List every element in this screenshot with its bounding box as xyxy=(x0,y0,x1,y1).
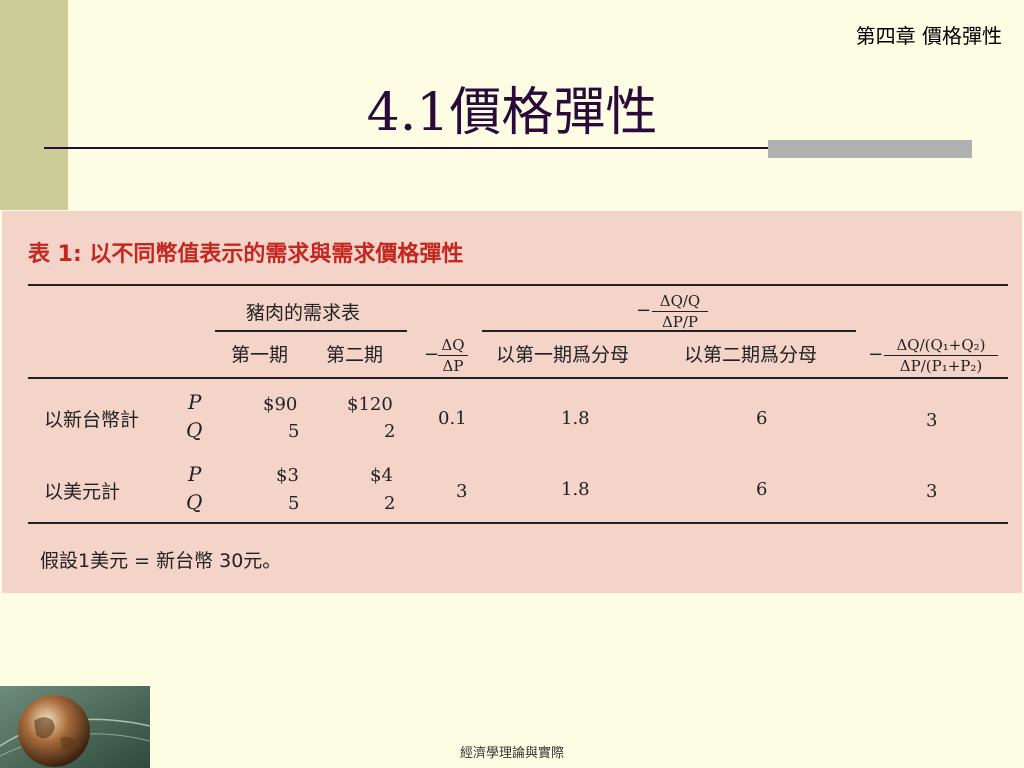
fraction-bar xyxy=(438,355,468,356)
table-header-rule xyxy=(28,377,1008,379)
header-midpoint-formula: ΔQ/(Q₁+Q₂) ΔP/(P₁+P₂) xyxy=(884,336,998,375)
demand-schedule-rule xyxy=(215,330,407,332)
row-slope: 0.1 xyxy=(438,408,467,429)
row-elasticity-midpoint: 3 xyxy=(926,410,938,431)
row-quantity-period1: 5 xyxy=(288,493,300,514)
header-elasticity-bottom: ΔP/P xyxy=(661,313,699,331)
slide-footer: 經濟學理論與實際 xyxy=(459,746,564,761)
header-midpoint-bottom: ΔP/(P₁+P₂) xyxy=(899,357,983,375)
header-demand-schedule: 豬肉的需求表 xyxy=(246,302,361,324)
title-accent-bar xyxy=(768,140,972,158)
row-q-symbol: Q xyxy=(186,418,203,442)
row-quantity-period2: 2 xyxy=(384,493,396,514)
row-price-period1: $90 xyxy=(263,394,298,415)
table-panel xyxy=(2,211,1022,593)
table-bottom-rule xyxy=(28,522,1008,524)
header-slope-bottom: ΔP xyxy=(442,357,464,375)
header-elasticity-top: ΔQ/Q xyxy=(659,292,701,310)
row-p-symbol: P xyxy=(188,390,202,414)
fraction-bar xyxy=(884,355,998,356)
header-elasticity-minus: − xyxy=(636,300,652,321)
slide-title: 4.1價格彈性 xyxy=(366,83,658,143)
row-price-period1: $3 xyxy=(276,465,299,486)
row-elasticity-base1: 1.8 xyxy=(561,408,590,429)
header-base-period1: 以第一期爲分母 xyxy=(496,344,630,366)
header-midpoint-minus: − xyxy=(868,344,884,365)
fraction-bar xyxy=(652,311,708,312)
header-period2: 第二期 xyxy=(326,344,384,366)
header-elasticity-formula: ΔQ/Q ΔP/P xyxy=(652,292,708,331)
header-slope-formula: ΔQ ΔP xyxy=(438,336,468,375)
table-top-rule xyxy=(28,284,1008,286)
row-price-period2: $120 xyxy=(347,394,393,415)
header-slope-minus: − xyxy=(424,344,440,365)
table-footnote: 假設1美元 = 新台幣 30元。 xyxy=(40,550,282,572)
row-label: 以美元計 xyxy=(44,481,121,503)
row-price-period2: $4 xyxy=(370,465,393,486)
row-p-symbol: P xyxy=(188,462,202,486)
header-base-period2: 以第二期爲分母 xyxy=(684,344,818,366)
row-quantity-period1: 5 xyxy=(288,421,300,442)
chapter-label: 第四章 價格彈性 xyxy=(855,24,1002,48)
row-quantity-period2: 2 xyxy=(384,421,396,442)
row-label: 以新台幣計 xyxy=(44,409,140,431)
row-elasticity-midpoint: 3 xyxy=(926,481,938,502)
header-period1: 第一期 xyxy=(231,344,289,366)
row-slope: 3 xyxy=(456,481,468,502)
row-q-symbol: Q xyxy=(186,490,203,514)
row-elasticity-base1: 1.8 xyxy=(561,479,590,500)
row-elasticity-base2: 6 xyxy=(756,479,768,500)
table-caption: 表 1: 以不同幣值表示的需求與需求價格彈性 xyxy=(28,242,464,267)
row-elasticity-base2: 6 xyxy=(756,408,768,429)
header-midpoint-top: ΔQ/(Q₁+Q₂) xyxy=(896,336,986,354)
header-slope-top: ΔQ xyxy=(441,336,465,354)
